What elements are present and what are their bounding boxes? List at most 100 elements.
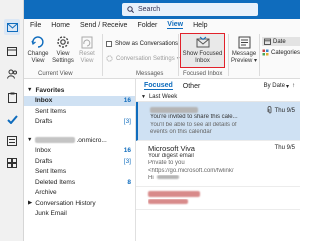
unread-count: 16 — [123, 147, 131, 155]
folder-name: Sent Items — [35, 168, 67, 176]
message-preview-line2: events on this calendar — [150, 129, 212, 135]
folder-name: Inbox — [35, 97, 53, 105]
show-focused-inbox-label: Show Focused Inbox — [182, 51, 223, 64]
app-rail — [0, 0, 24, 241]
folder-deleted-items[interactable]: Deleted Items 8 — [24, 177, 135, 188]
group-divider — [228, 34, 229, 76]
change-view-icon — [31, 36, 44, 48]
message-list: Focused Other By Date ▾ ↑ ▼ Last Week Yo… — [136, 79, 300, 241]
menu-home[interactable]: Home — [51, 22, 70, 29]
menu-help[interactable]: Help — [193, 22, 207, 29]
conversation-settings-button[interactable]: Conversation Settings ▾ — [106, 55, 180, 62]
view-settings-label: View Settings — [52, 51, 74, 64]
menu-bar: File Home Send / Receive Folder View Hel… — [24, 19, 300, 31]
show-focused-inbox-button[interactable]: Show Focused Inbox — [180, 33, 225, 68]
message-preview: You'll be able to see all details of — [150, 121, 237, 128]
folder-conversation-history[interactable]: ▶ Conversation History — [24, 198, 135, 209]
reset-view-icon — [81, 36, 93, 48]
show-as-conversations-checkbox[interactable]: Show as Conversations — [106, 41, 178, 47]
message-subject — [148, 198, 294, 207]
date-label: Date — [273, 38, 286, 45]
menu-send-receive[interactable]: Send / Receive — [80, 22, 127, 29]
focused-other-tabs: Focused Other By Date ▾ ↑ — [136, 79, 300, 93]
mail-icon[interactable] — [4, 19, 20, 35]
people-icon[interactable] — [4, 66, 20, 82]
folder-archive[interactable]: Archive — [24, 188, 135, 199]
menu-file[interactable]: File — [30, 22, 41, 29]
folder-name: Inbox — [35, 147, 51, 155]
message-preview-line3: Hi — [148, 175, 294, 183]
account-header[interactable]: ▼ .onmicro... — [24, 135, 135, 146]
folder-drafts[interactable]: Drafts [3] — [24, 156, 135, 167]
message-date: Thu 9/5 — [274, 144, 295, 151]
account-suffix: .onmicro... — [76, 136, 107, 144]
folder-name: Drafts — [35, 118, 53, 126]
clipboard-icon[interactable] — [4, 89, 20, 105]
menu-folder[interactable]: Folder — [137, 22, 157, 29]
redacted-name — [157, 175, 180, 179]
folder-name: Junk Email — [35, 210, 67, 218]
chevron-right-icon: ▶ — [28, 200, 33, 207]
message-item[interactable]: Microsoft Viva Your digest email Private… — [136, 141, 300, 187]
sort-direction-icon[interactable]: ↑ — [292, 83, 295, 89]
calendar-icon[interactable] — [4, 43, 20, 59]
search-placeholder: Search — [138, 6, 161, 13]
message-preview-line2: <https://go.microsoft.com/fwlink/ — [148, 167, 234, 174]
message-date: Thu 9/5 — [274, 108, 295, 114]
redacted-subject — [148, 198, 188, 204]
arrange-by-categories-option[interactable]: Categories — [262, 49, 300, 56]
message-item[interactable] — [136, 187, 300, 210]
change-view-label: Change View — [27, 51, 49, 64]
arrange-by-date-option[interactable]: Date — [262, 37, 300, 46]
sort-by-date-dropdown[interactable]: By Date ▾ ↑ — [264, 83, 295, 90]
message-preview-icon — [238, 36, 250, 48]
folder-name: Deleted Items — [35, 178, 76, 186]
message-preview-button[interactable]: Message Preview ▾ — [230, 34, 258, 65]
categories-icon — [262, 49, 269, 56]
calendar-small-icon — [264, 38, 271, 45]
search-box[interactable]: Search — [122, 3, 258, 16]
tab-other[interactable]: Other — [183, 83, 201, 90]
folder-name: Sent Items — [35, 107, 67, 115]
draft-count: [3] — [123, 157, 131, 165]
change-view-button[interactable]: Change View — [27, 34, 49, 65]
folder-favorites-sent-items[interactable]: Sent Items — [24, 106, 135, 117]
folder-junk-email[interactable]: Junk Email — [24, 209, 135, 220]
categories-label: Categories — [271, 49, 301, 56]
menu-view[interactable]: View — [167, 21, 184, 29]
group-label: Last Week — [148, 94, 178, 100]
todo-check-icon[interactable] — [4, 111, 20, 127]
message-item[interactable]: You're invited to share this cale... You… — [136, 102, 300, 141]
unread-count: 8 — [127, 178, 131, 186]
view-settings-button[interactable]: View Settings — [51, 34, 75, 65]
folder-pane: ▼ Favorites Inbox 16 Sent Items Drafts [… — [24, 79, 136, 241]
group-divider — [102, 34, 103, 76]
greeting: Hi — [148, 175, 154, 181]
favorites-label: Favorites — [35, 86, 65, 94]
chevron-down-icon: ▼ — [27, 87, 33, 94]
notes-icon[interactable] — [4, 133, 20, 149]
current-view-group-label: Current View — [38, 71, 73, 77]
gear-icon — [57, 36, 69, 48]
title-bar: Search — [24, 0, 300, 19]
folder-inbox[interactable]: Inbox 16 — [24, 146, 135, 157]
chevron-down-icon: ▾ — [285, 83, 289, 90]
tab-focused[interactable]: Focused — [144, 82, 173, 90]
reset-view-button[interactable]: Reset View — [76, 34, 98, 65]
folder-name: Drafts — [35, 157, 53, 165]
favorites-header[interactable]: ▼ Favorites — [24, 85, 135, 96]
conversation-settings-label: Conversation Settings — [116, 55, 175, 62]
chevron-down-icon: ▼ — [141, 94, 146, 100]
group-header-last-week[interactable]: ▼ Last Week — [136, 93, 300, 102]
folder-favorites-drafts[interactable]: Drafts [3] — [24, 117, 135, 128]
group-divider — [259, 34, 260, 76]
redacted-sender — [150, 106, 198, 113]
folder-sent-items[interactable]: Sent Items — [24, 167, 135, 178]
apps-grid-icon[interactable] — [4, 155, 20, 171]
redacted-account-name — [35, 137, 76, 144]
focused-inbox-group-label: Focused Inbox — [183, 71, 223, 77]
show-as-conversations-label: Show as Conversations — [115, 41, 179, 47]
folder-favorites-inbox[interactable]: Inbox 16 — [24, 95, 135, 106]
group-divider — [178, 34, 179, 76]
unread-count: 16 — [123, 97, 131, 105]
